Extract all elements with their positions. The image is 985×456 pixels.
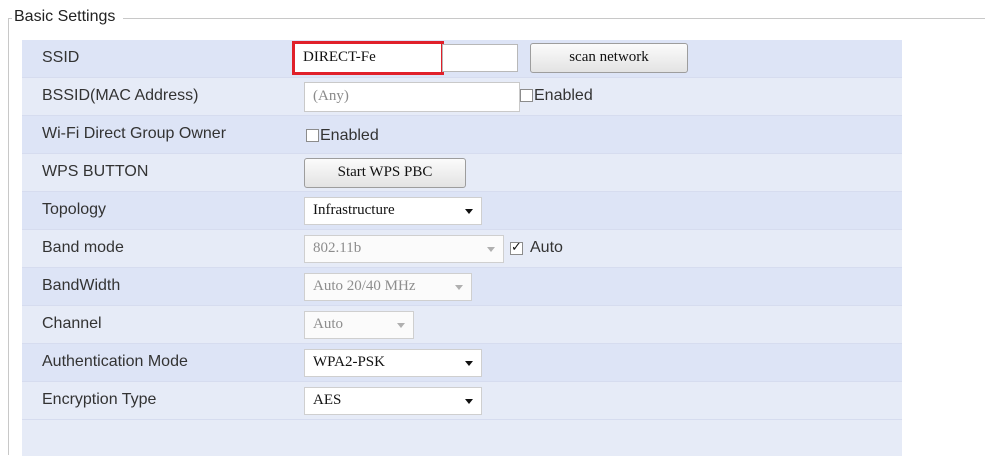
- chevron-down-icon: [397, 323, 405, 328]
- ssid-input[interactable]: DIRECT-Fe: [292, 41, 444, 75]
- encryption-type-value: AES: [313, 392, 342, 408]
- channel-select[interactable]: Auto: [304, 311, 414, 339]
- start-wps-pbc-button[interactable]: Start WPS PBC: [304, 158, 466, 188]
- bandwidth-select[interactable]: Auto 20/40 MHz: [304, 273, 472, 301]
- wps-label: WPS BUTTON: [42, 163, 149, 180]
- row-wps-button: WPS BUTTON Start WPS PBC: [22, 154, 902, 192]
- row-topology: Topology Infrastructure: [22, 192, 902, 230]
- wifi-direct-enabled-label: Enabled: [320, 127, 379, 144]
- bssid-enabled-checkbox[interactable]: [520, 89, 533, 102]
- topology-value: Infrastructure: [313, 202, 395, 218]
- wifi-direct-enabled-checkbox[interactable]: [306, 129, 319, 142]
- chevron-down-icon: [455, 285, 463, 290]
- chevron-down-icon: [465, 399, 473, 404]
- ssid-input-extension[interactable]: [442, 44, 518, 72]
- authentication-mode-label: Authentication Mode: [42, 353, 188, 370]
- authentication-mode-select[interactable]: WPA2-PSK: [304, 349, 482, 377]
- encryption-type-select[interactable]: AES: [304, 387, 482, 415]
- bandwidth-value: Auto 20/40 MHz: [313, 278, 416, 294]
- chevron-down-icon: [487, 247, 495, 252]
- topology-label: Topology: [42, 201, 107, 218]
- row-bssid: BSSID(MAC Address) (Any) Enabled: [22, 78, 902, 116]
- wifi-direct-label: Wi-Fi Direct Group Owner: [42, 125, 227, 142]
- scan-network-button[interactable]: scan network: [530, 43, 688, 73]
- row-authentication-mode: Authentication Mode WPA2-PSK: [22, 344, 902, 382]
- ssid-label: SSID: [42, 49, 80, 66]
- bssid-input[interactable]: (Any): [304, 82, 520, 112]
- encryption-type-label: Encryption Type: [42, 391, 157, 408]
- fieldset-legend: Basic Settings: [12, 8, 124, 26]
- row-ssid: SSID DIRECT-Fe scan network: [22, 40, 902, 78]
- band-mode-select[interactable]: 802.11b: [304, 235, 504, 263]
- chevron-down-icon: [465, 361, 473, 366]
- band-mode-auto-checkbox[interactable]: [510, 240, 523, 255]
- bssid-label: BSSID(MAC Address): [42, 87, 199, 104]
- bssid-enabled-label: Enabled: [534, 87, 593, 104]
- topology-select[interactable]: Infrastructure: [304, 197, 482, 225]
- row-bandwidth: BandWidth Auto 20/40 MHz: [22, 268, 902, 306]
- row-wifi-direct-group-owner: Wi-Fi Direct Group Owner Enabled: [22, 116, 902, 154]
- row-channel: Channel Auto: [22, 306, 902, 344]
- bandwidth-label: BandWidth: [42, 277, 121, 294]
- authentication-mode-value: WPA2-PSK: [313, 354, 385, 370]
- channel-label: Channel: [42, 315, 102, 332]
- band-mode-label: Band mode: [42, 239, 124, 256]
- row-encryption-type: Encryption Type AES: [22, 382, 902, 420]
- band-mode-value: 802.11b: [313, 240, 362, 256]
- chevron-down-icon: [465, 209, 473, 214]
- band-mode-auto-label: Auto: [530, 239, 563, 256]
- channel-value: Auto: [313, 316, 343, 332]
- row-band-mode: Band mode 802.11b Auto: [22, 230, 902, 268]
